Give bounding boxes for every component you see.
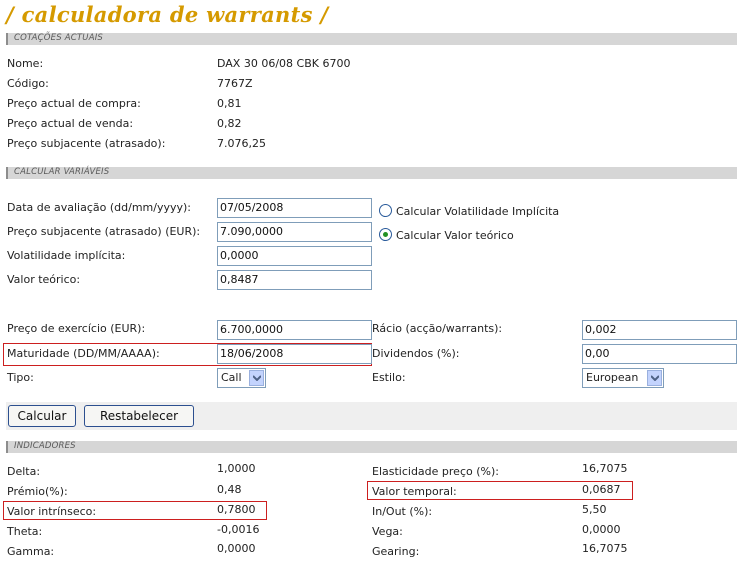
label-valor-intrinseco: Valor intrínseco:: [7, 505, 97, 518]
preco-exercicio-input[interactable]: 6.700,0000: [217, 320, 372, 340]
label-preco-subjacente: Preço subjacente (atrasado):: [7, 137, 166, 150]
value-nome: DAX 30 06/08 CBK 6700: [217, 57, 351, 70]
tipo-selected: Call: [221, 371, 242, 384]
section-title: CALCULAR VARIÁVEIS: [14, 167, 110, 177]
label-premio: Prémio(%):: [7, 485, 68, 498]
label-valor-teorico: Valor teórico:: [7, 273, 81, 286]
label-racio: Rácio (acção/warrants):: [372, 322, 503, 335]
label-preco-exercicio: Preço de exercício (EUR):: [7, 322, 146, 335]
label-data-avaliacao: Data de avaliação (dd/mm/yyyy):: [7, 201, 192, 214]
section-tick: [6, 167, 8, 179]
value-preco-subjacente: 7.076,25: [217, 137, 266, 150]
label-preco-subjacente-eur: Preço subjacente (atrasado) (EUR):: [7, 225, 201, 238]
label-codigo: Código:: [7, 77, 49, 90]
section-tick: [6, 441, 8, 453]
value-codigo: 7767Z: [217, 77, 253, 90]
dividendos-input[interactable]: 0,00: [582, 344, 737, 364]
chevron-down-icon[interactable]: [249, 370, 264, 386]
label-theta: Theta:: [7, 525, 43, 538]
value-preco-venda: 0,82: [217, 117, 242, 130]
calcular-button[interactable]: Calcular: [8, 405, 76, 427]
valor-teorico-input[interactable]: 0,8487: [217, 270, 372, 290]
value-valor-temporal: 0,0687: [582, 483, 621, 496]
label-dividendos: Dividendos (%):: [372, 347, 460, 360]
value-elasticidade: 16,7075: [582, 462, 628, 475]
label-valor-temporal: Valor temporal:: [372, 485, 457, 498]
section-header-calcular: CALCULAR VARIÁVEIS: [6, 167, 737, 179]
tipo-select[interactable]: Call: [217, 368, 266, 388]
value-preco-compra: 0,81: [217, 97, 242, 110]
section-header-cotacoes: COTAÇÕES ACTUAIS: [6, 33, 737, 45]
label-tipo: Tipo:: [7, 371, 34, 384]
radio-volatilidade-label[interactable]: Calcular Volatilidade Implícita: [396, 205, 559, 218]
volatilidade-input[interactable]: 0,0000: [217, 246, 372, 266]
chevron-down-icon[interactable]: [647, 370, 662, 386]
estilo-select[interactable]: European: [582, 368, 664, 388]
section-title: COTAÇÕES ACTUAIS: [14, 33, 104, 43]
label-maturidade: Maturidade (DD/MM/AAAA):: [7, 347, 160, 360]
label-gearing: Gearing:: [372, 545, 420, 558]
estilo-selected: European: [586, 371, 639, 384]
section-header-indicadores: INDICADORES: [6, 441, 737, 453]
label-elasticidade: Elasticidade preço (%):: [372, 465, 499, 478]
radio-valor-teorico-label[interactable]: Calcular Valor teórico: [396, 229, 514, 242]
data-avaliacao-input[interactable]: 07/05/2008: [217, 198, 372, 218]
value-theta: -0,0016: [217, 523, 260, 536]
page-title: / calculadora de warrants /: [6, 2, 329, 27]
label-estilo: Estilo:: [372, 371, 406, 384]
label-preco-compra: Preço actual de compra:: [7, 97, 141, 110]
label-vega: Vega:: [372, 525, 403, 538]
value-premio: 0,48: [217, 483, 242, 496]
restabelecer-button[interactable]: Restabelecer: [84, 405, 194, 427]
label-gamma: Gamma:: [7, 545, 55, 558]
value-gamma: 0,0000: [217, 542, 256, 555]
preco-subjacente-input[interactable]: 7.090,0000: [217, 222, 372, 242]
radio-valor-teorico[interactable]: [379, 228, 392, 241]
section-tick: [6, 33, 8, 45]
label-volatilidade: Volatilidade implícita:: [7, 249, 126, 262]
section-title: INDICADORES: [14, 441, 76, 451]
value-vega: 0,0000: [582, 523, 621, 536]
label-delta: Delta:: [7, 465, 41, 478]
value-in-out: 5,50: [582, 503, 607, 516]
racio-input[interactable]: 0,002: [582, 320, 737, 340]
value-gearing: 16,7075: [582, 542, 628, 555]
maturidade-input[interactable]: 18/06/2008: [217, 344, 372, 364]
radio-volatilidade[interactable]: [379, 204, 392, 217]
label-nome: Nome:: [7, 57, 44, 70]
label-in-out: In/Out (%):: [372, 505, 433, 518]
label-preco-venda: Preço actual de venda:: [7, 117, 134, 130]
value-delta: 1,0000: [217, 462, 256, 475]
value-valor-intrinseco: 0,7800: [217, 503, 256, 516]
